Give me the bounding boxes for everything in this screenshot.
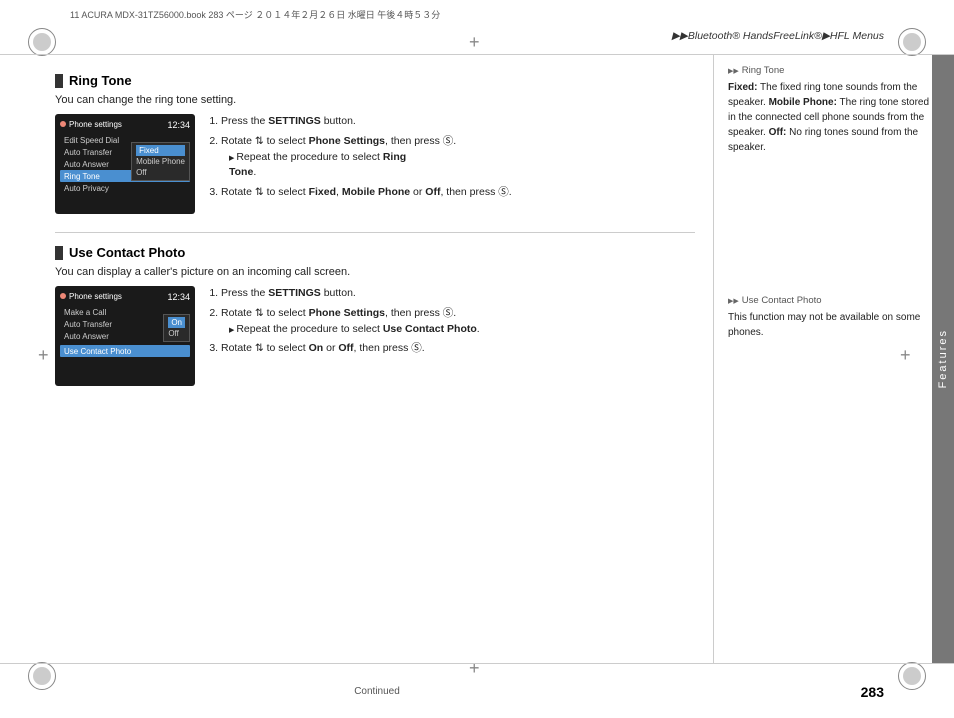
bottom-bar: Continued 283 <box>0 663 954 718</box>
ring-opt-fixed: Fixed <box>136 145 185 156</box>
contact-photo-screen: Phone settings 12:34 Make a Call Auto Tr… <box>55 286 195 386</box>
right-column: Ring Tone Fixed: The fixed ring tone sou… <box>714 55 954 663</box>
contact-options: On Off <box>163 314 190 342</box>
contact-photo-note: Use Contact Photo This function may not … <box>728 295 936 340</box>
features-label: Features <box>937 329 949 388</box>
contact-photo-steps: Press the SETTINGS button. Rotate ⇅ to s… <box>207 286 695 386</box>
ring-opt-off: Off <box>136 167 185 178</box>
screen-header-2: Phone settings 12:34 <box>60 292 190 302</box>
file-info: 11 ACURA MDX-31TZ56000.book 283 ページ ２０１４… <box>70 8 440 21</box>
contact-photo-desc: You can display a caller's picture on an… <box>55 266 695 278</box>
cp-step-1: Press the SETTINGS button. <box>221 286 695 302</box>
contact-opt-on: On <box>168 317 185 328</box>
ring-tone-note-header: Ring Tone <box>728 65 936 76</box>
ring-tone-title: Ring Tone <box>69 73 132 88</box>
page-number: 283 <box>861 684 884 700</box>
menu-item-5: Auto Privacy <box>60 182 190 194</box>
continued-text: Continued <box>354 686 400 697</box>
ring-tone-note-text: Fixed: The fixed ring tone sounds from t… <box>728 80 936 155</box>
screen-time-1: 12:34 <box>167 120 190 130</box>
contact-photo-note-header: Use Contact Photo <box>728 295 936 306</box>
ring-tone-desc: You can change the ring tone setting. <box>55 94 695 106</box>
screen-time-2: 12:34 <box>167 292 190 302</box>
ring-tone-body: Phone settings 12:34 Edit Speed Dial Aut… <box>55 114 695 214</box>
main-content: Ring Tone You can change the ring tone s… <box>0 55 954 663</box>
screen-dot-1: Phone settings <box>60 120 122 130</box>
ring-tone-header: Ring Tone <box>55 73 695 88</box>
menu2-item-contact: Use Contact Photo <box>60 345 190 357</box>
contact-photo-block-icon <box>55 246 63 260</box>
cp-step-2-sub: Repeat the procedure to select Use Conta… <box>229 322 695 338</box>
step-1: Press the SETTINGS button. <box>221 114 695 130</box>
ring-tone-screen: Phone settings 12:34 Edit Speed Dial Aut… <box>55 114 195 214</box>
screen-dot-2: Phone settings <box>60 292 122 302</box>
contact-opt-off: Off <box>168 328 185 339</box>
contact-photo-note-text: This function may not be available on so… <box>728 310 936 340</box>
ring-options: Fixed Mobile Phone Off <box>131 142 190 181</box>
nav-path: ▶▶Bluetooth® HandsFreeLink®▶HFL Menus <box>672 30 884 42</box>
ring-tone-note: Ring Tone Fixed: The fixed ring tone sou… <box>728 65 936 155</box>
divider-1 <box>55 232 695 233</box>
screen-header-1: Phone settings 12:34 <box>60 120 190 130</box>
step-2-sub: Repeat the procedure to select RingTone. <box>229 150 695 182</box>
left-column: Ring Tone You can change the ring tone s… <box>0 55 714 663</box>
ring-tone-block-icon <box>55 74 63 88</box>
cp-step-2: Rotate ⇅ to select Phone Settings, then … <box>221 306 695 338</box>
ring-opt-mobile: Mobile Phone <box>136 156 185 167</box>
step-2: Rotate ⇅ to select Phone Settings, then … <box>221 134 695 181</box>
ring-tone-steps: Press the SETTINGS button. Rotate ⇅ to s… <box>207 114 695 214</box>
cp-step-3: Rotate ⇅ to select On or Off, then press… <box>221 341 695 357</box>
contact-photo-title: Use Contact Photo <box>69 245 185 260</box>
top-bar: 11 ACURA MDX-31TZ56000.book 283 ページ ２０１４… <box>0 0 954 55</box>
step-3: Rotate ⇅ to select Fixed, Mobile Phone o… <box>221 185 695 201</box>
contact-photo-header: Use Contact Photo <box>55 245 695 260</box>
contact-photo-body: Phone settings 12:34 Make a Call Auto Tr… <box>55 286 695 386</box>
features-sidebar: Features <box>932 55 954 663</box>
